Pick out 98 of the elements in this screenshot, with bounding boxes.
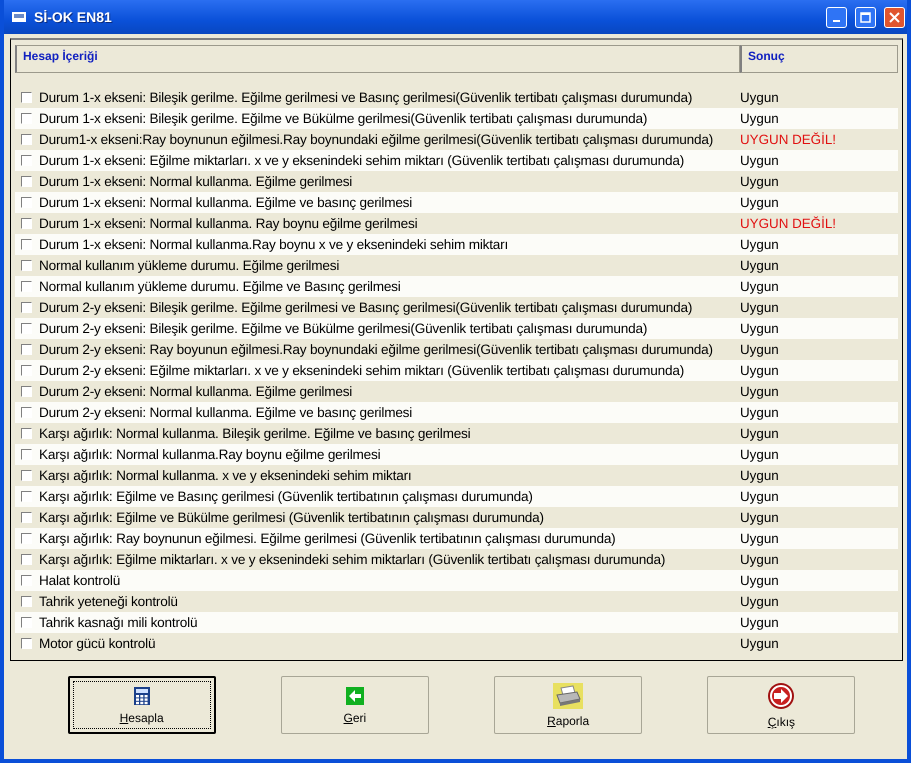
check-label: Tahrik yeteneği kontrolü	[39, 594, 178, 609]
minimize-icon	[833, 20, 840, 22]
close-button[interactable]	[884, 6, 905, 28]
result-text: Uygun	[740, 573, 780, 588]
column-header: Hesap İçeriği	[15, 45, 740, 73]
check-label: Durum 2-y ekseni: Normal kullanma. Eğilme gerilmesi	[39, 384, 352, 399]
maximize-button[interactable]	[855, 6, 876, 28]
check-label: Durum1-x ekseni:Ray boynunun eğilmesi.Ray boynundaki eğilme gerilmesi(Güvenlik tertibatı çalışması durumunda)	[39, 132, 714, 147]
result-text: Uygun	[740, 405, 780, 420]
check-label: Durum 2-y ekseni: Ray boyunun eğilmesi.Ray boynundaki eğilme gerilmesi(Güvenlik tertibatı çalışması durumunda)	[39, 342, 713, 357]
checkbox[interactable]	[21, 197, 32, 208]
result-text: Uygun	[740, 489, 780, 504]
checkbox[interactable]	[21, 491, 32, 502]
checkbox[interactable]	[21, 596, 32, 607]
checkbox[interactable]	[21, 407, 32, 418]
check-label: Tahrik kasnağı mili kontrolü	[39, 615, 198, 630]
result-text: Uygun	[740, 363, 780, 378]
check-label: Durum 2-y ekseni: Eğilme miktarları. x ve y eksenindeki sehim miktarı (Güvenlik tertibatı çalışması durumunda)	[39, 363, 684, 378]
checkbox[interactable]	[21, 239, 32, 250]
toolbar-button[interactable]: Raporla	[494, 676, 642, 734]
checkbox[interactable]	[21, 638, 32, 649]
result-text: Uygun	[740, 615, 780, 630]
checkbox[interactable]	[21, 617, 32, 628]
check-label: Durum 1-x ekseni: Normal kullanma. Eğilme gerilmesi	[39, 174, 352, 189]
check-label: Karşı ağırlık: Eğilme ve Basınç gerilmesi (Güvenlik tertibatının çalışması durumunda)	[39, 489, 533, 504]
close-icon	[889, 12, 900, 22]
checkbox[interactable]	[21, 260, 32, 271]
result-text: Uygun	[740, 90, 780, 105]
checkbox[interactable]	[21, 386, 32, 397]
check-label: Durum 2-y ekseni: Bileşik gerilme. Eğilme ve Bükülme gerilmesi(Güvenlik tertibatı çalışması durumunda)	[39, 321, 648, 336]
checkbox[interactable]	[21, 113, 32, 124]
check-label: Durum 1-x ekseni: Eğilme miktarları. x ve y eksenindeki sehim miktarı (Güvenlik tertibatı çalışması durumunda)	[39, 153, 684, 168]
result-text: Uygun	[740, 426, 780, 441]
minimize-button[interactable]	[826, 6, 847, 28]
toolbar-button[interactable]: Hesapla	[68, 676, 216, 734]
window-icon	[12, 11, 26, 23]
result-text: UYGUN DEĞİL!	[740, 216, 837, 231]
check-label: Durum 1-x ekseni: Normal kullanma. Eğilme ve basınç gerilmesi	[39, 195, 412, 210]
checkbox[interactable]	[21, 176, 32, 187]
checkbox[interactable]	[21, 92, 32, 103]
result-text: Uygun	[740, 258, 780, 273]
result-text: Uygun	[740, 195, 780, 210]
check-label: Karşı ağırlık: Eğilme ve Bükülme gerilmesi (Güvenlik tertibatının çalışması durumunda)	[39, 510, 544, 525]
toolbar-button[interactable]: Geri	[280, 676, 429, 734]
check-label: Durum 1-x ekseni: Bileşik gerilme. Eğilme gerilmesi ve Basınç gerilmesi(Güvenlik tertibatı çalışması durumunda)	[39, 90, 692, 105]
result-text: Uygun	[740, 237, 780, 252]
result-text: Uygun	[740, 447, 780, 462]
checkbox[interactable]	[21, 302, 32, 313]
check-label: Durum 1-x ekseni: Normal kullanma. Ray boynu eğilme gerilmesi	[39, 216, 418, 231]
checkbox[interactable]	[21, 134, 32, 145]
result-text: Uygun	[740, 552, 780, 567]
checkbox[interactable]	[21, 533, 32, 544]
checkbox[interactable]	[21, 428, 32, 439]
window-title: Sİ-OK EN81	[34, 9, 113, 25]
checkbox[interactable]	[21, 323, 32, 334]
result-text: Uygun	[740, 510, 780, 525]
check-label: Durum 1-x ekseni: Bileşik gerilme. Eğilme ve Bükülme gerilmesi(Güvenlik tertibatı çalışması durumunda)	[39, 111, 648, 126]
checkbox[interactable]	[21, 281, 32, 292]
maximize-icon	[860, 12, 871, 22]
check-label: Normal kullanım yükleme durumu. Eğilme gerilmesi	[39, 258, 340, 273]
check-label: Karşı ağırlık: Normal kullanma. Bileşik gerilme. Eğilme ve basınç gerilmesi	[39, 426, 470, 441]
result-text: UYGUN DEĞİL!	[740, 132, 837, 147]
checkbox[interactable]	[21, 365, 32, 376]
result-text: Uygun	[740, 636, 780, 651]
check-label: Karşı ağırlık: Eğilme miktarları. x ve y eksenindeki sehim miktarları (Güvenlik tertibatı çalışması durumunda)	[39, 552, 666, 567]
calculator-icon	[132, 686, 151, 706]
result-text: Uygun	[740, 111, 780, 126]
checkbox[interactable]	[21, 554, 32, 565]
check-label: Karşı ağırlık: Normal kullanma. x ve y eksenindeki sehim miktarı	[39, 468, 412, 483]
checkbox[interactable]	[21, 449, 32, 460]
result-text: Uygun	[740, 321, 780, 336]
result-text: Uygun	[740, 300, 780, 315]
column-header: Sonuç	[740, 45, 898, 73]
check-label: Halat kontrolü	[39, 573, 120, 588]
checkbox[interactable]	[21, 512, 32, 523]
checkbox[interactable]	[21, 575, 32, 586]
check-label: Karşı ağırlık: Normal kullanma.Ray boynu eğilme gerilmesi	[39, 447, 380, 462]
check-label: Durum 2-y ekseni: Normal kullanma. Eğilme ve basınç gerilmesi	[39, 405, 412, 420]
printer-icon	[553, 682, 584, 708]
result-text: Uygun	[740, 174, 780, 189]
check-label: Normal kullanım yükleme durumu. Eğilme ve Basınç gerilmesi	[39, 279, 401, 294]
checkbox[interactable]	[21, 470, 32, 481]
result-text: Uygun	[740, 384, 780, 399]
result-text: Uygun	[740, 468, 780, 483]
check-label: Durum 2-y ekseni: Bileşik gerilme. Eğilme gerilmesi ve Basınç gerilmesi(Güvenlik tertibatı çalışması durumunda)	[39, 300, 692, 315]
exit-arrow-icon	[767, 682, 796, 710]
check-label: Motor gücü kontrolü	[39, 636, 156, 651]
result-text: Uygun	[740, 531, 780, 546]
checkbox[interactable]	[21, 344, 32, 355]
result-text: Uygun	[740, 279, 780, 294]
checkbox[interactable]	[21, 218, 32, 229]
result-text: Uygun	[740, 594, 780, 609]
result-text: Uygun	[740, 153, 780, 168]
check-label: Karşı ağırlık: Ray boynunun eğilmesi. Eğilme gerilmesi (Güvenlik tertibatının çalışması durumunda)	[39, 531, 616, 546]
result-text: Uygun	[740, 342, 780, 357]
checkbox[interactable]	[21, 155, 32, 166]
check-label: Durum 1-x ekseni: Normal kullanma.Ray boynu x ve y eksenindeki sehim miktarı	[39, 237, 508, 252]
toolbar-button[interactable]: Çıkış	[707, 676, 856, 734]
